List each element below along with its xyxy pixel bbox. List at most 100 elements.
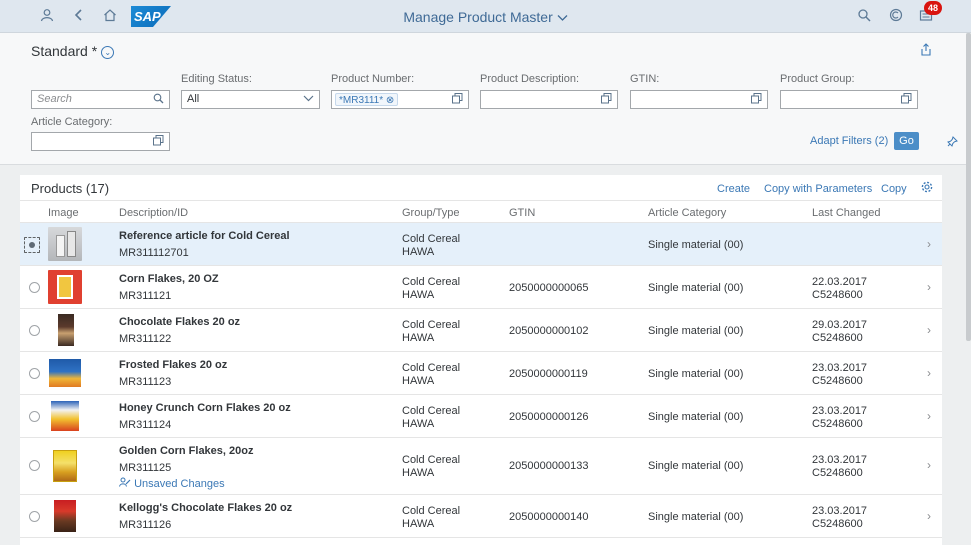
- copy-button[interactable]: Copy: [881, 183, 907, 195]
- chevron-right-icon[interactable]: ›: [927, 409, 931, 423]
- gtin-label: GTIN:: [630, 73, 660, 85]
- gtin-value: 2050000000133: [509, 460, 589, 472]
- last-changed: 23.03.2017 C5248600: [812, 454, 868, 479]
- row-select-radio[interactable]: [29, 460, 40, 471]
- row-select-radio[interactable]: [29, 325, 40, 336]
- group-type: Cold Cereal HAWA: [402, 276, 461, 301]
- product-description-input[interactable]: [480, 90, 618, 109]
- chevron-right-icon[interactable]: ›: [927, 509, 931, 523]
- gear-icon[interactable]: [921, 181, 933, 196]
- row-select-radio[interactable]: [29, 368, 40, 379]
- product-id: MR311122: [119, 333, 172, 345]
- product-description: Frosted Flakes 20 oz: [119, 359, 228, 371]
- table-row[interactable]: Golden Corn Flakes, 20oz MR311125 Unsave…: [20, 438, 942, 495]
- col-last-changed[interactable]: Last Changed: [812, 207, 881, 219]
- products-table: Products (17) Create Copy with Parameter…: [20, 175, 942, 545]
- table-row[interactable]: Kellogg's Chocolate Flakes 20 oz MR31112…: [20, 495, 942, 538]
- product-group-input[interactable]: [780, 90, 918, 109]
- filter-bar: Standard * ⌄ Search Editing Status: All P…: [0, 33, 966, 165]
- gtin-value: 2050000000126: [509, 411, 589, 423]
- product-id: MR311112701: [119, 247, 189, 259]
- table-row[interactable]: Corn Flakes, 20 OZ MR311121 Cold Cereal H…: [20, 266, 942, 309]
- search-icon[interactable]: [153, 93, 164, 104]
- table-row[interactable]: Honey Crunch Corn Flakes 20 oz MR311124 …: [20, 395, 942, 438]
- variant-selector[interactable]: Standard * ⌄: [31, 43, 115, 59]
- product-image: [48, 270, 82, 304]
- article-category: Single material (00): [648, 325, 744, 337]
- last-changed: 22.03.2017 C5248600: [812, 276, 868, 301]
- product-image: [48, 356, 82, 390]
- value-help-icon[interactable]: [153, 135, 164, 146]
- create-button[interactable]: Create: [717, 183, 750, 195]
- back-icon[interactable]: [70, 8, 88, 26]
- article-category-label: Article Category:: [31, 116, 113, 128]
- chevron-down-icon: [303, 93, 314, 104]
- product-id: MR311123: [119, 376, 172, 388]
- row-select-radio[interactable]: [29, 511, 40, 522]
- editing-status-select[interactable]: All: [181, 90, 320, 109]
- product-id: MR311125: [119, 462, 172, 474]
- chevron-right-icon[interactable]: ›: [927, 280, 931, 294]
- value-help-icon[interactable]: [601, 93, 612, 104]
- page-scrollbar[interactable]: [966, 33, 971, 341]
- product-description-label: Product Description:: [480, 73, 580, 85]
- gtin-value: 2050000000065: [509, 282, 589, 294]
- copilot-icon[interactable]: [887, 8, 905, 26]
- table-row[interactable]: Chocolate Flakes 20 oz MR311122 Cold Cer…: [20, 309, 942, 352]
- chevron-right-icon[interactable]: ›: [927, 458, 931, 472]
- table-row[interactable]: Frosted Flakes 20 oz MR311123 Cold Cerea…: [20, 352, 942, 395]
- group-type: Cold Cereal HAWA: [402, 362, 461, 387]
- table-title: Products (17): [31, 181, 110, 196]
- app-title-menu[interactable]: Manage Product Master: [403, 9, 568, 25]
- product-number-label: Product Number:: [331, 73, 415, 85]
- article-category: Single material (00): [648, 368, 744, 380]
- row-select-radio[interactable]: [29, 282, 40, 293]
- group-type: Cold Cereal HAWA: [402, 319, 461, 344]
- token-remove-icon[interactable]: ⊗: [386, 95, 394, 106]
- product-image: [48, 227, 82, 261]
- product-description: Honey Crunch Corn Flakes 20 oz: [119, 402, 291, 414]
- chevron-right-icon[interactable]: ›: [927, 366, 931, 380]
- chevron-right-icon[interactable]: ›: [927, 323, 931, 337]
- article-category-input[interactable]: [31, 132, 170, 151]
- user-icon[interactable]: [38, 8, 56, 26]
- last-changed: 29.03.2017 C5248600: [812, 319, 868, 344]
- pin-icon[interactable]: [947, 136, 958, 150]
- product-image: [48, 313, 82, 347]
- col-article-category[interactable]: Article Category: [648, 207, 726, 219]
- editing-status-label: Editing Status:: [181, 73, 252, 85]
- product-description: Kellogg's Chocolate Flakes 20 oz: [119, 502, 293, 514]
- sap-logo[interactable]: SAP: [131, 6, 171, 27]
- gtin-input[interactable]: [630, 90, 768, 109]
- product-id: MR311124: [119, 419, 172, 431]
- product-description: Golden Corn Flakes, 20oz: [119, 445, 254, 457]
- table-row[interactable]: Reference article for Cold Cereal MR3111…: [20, 223, 942, 266]
- search-icon[interactable]: [855, 8, 873, 26]
- column-headers: Image Description/ID Group/Type GTIN Art…: [20, 200, 942, 223]
- value-help-icon[interactable]: [751, 93, 762, 104]
- value-help-icon[interactable]: [452, 93, 463, 104]
- last-changed: 23.03.2017 C5248600: [812, 405, 868, 430]
- col-description[interactable]: Description/ID: [119, 207, 188, 219]
- home-icon[interactable]: [101, 8, 119, 26]
- last-changed: 23.03.2017 C5248600: [812, 505, 868, 530]
- row-select-radio[interactable]: [29, 411, 40, 422]
- col-gtin[interactable]: GTIN: [509, 207, 535, 219]
- product-number-input[interactable]: *MR3111* ⊗: [331, 90, 469, 109]
- go-button[interactable]: Go: [894, 132, 919, 150]
- product-image: [48, 399, 82, 433]
- product-number-token[interactable]: *MR3111* ⊗: [335, 93, 399, 106]
- adapt-filters-link[interactable]: Adapt Filters (2): [810, 135, 888, 147]
- col-group-type[interactable]: Group/Type: [402, 207, 459, 219]
- article-category: Single material (00): [648, 411, 744, 423]
- col-image[interactable]: Image: [48, 207, 79, 219]
- share-icon[interactable]: [920, 43, 934, 57]
- article-category: Single material (00): [648, 460, 744, 472]
- edit-person-icon: [119, 477, 131, 487]
- unsaved-changes-link[interactable]: Unsaved Changes: [119, 477, 225, 490]
- value-help-icon[interactable]: [901, 93, 912, 104]
- copy-with-parameters-button[interactable]: Copy with Parameters: [764, 183, 872, 195]
- chevron-right-icon[interactable]: ›: [927, 237, 931, 251]
- row-select-radio[interactable]: [24, 237, 40, 253]
- search-input[interactable]: Search: [31, 90, 170, 109]
